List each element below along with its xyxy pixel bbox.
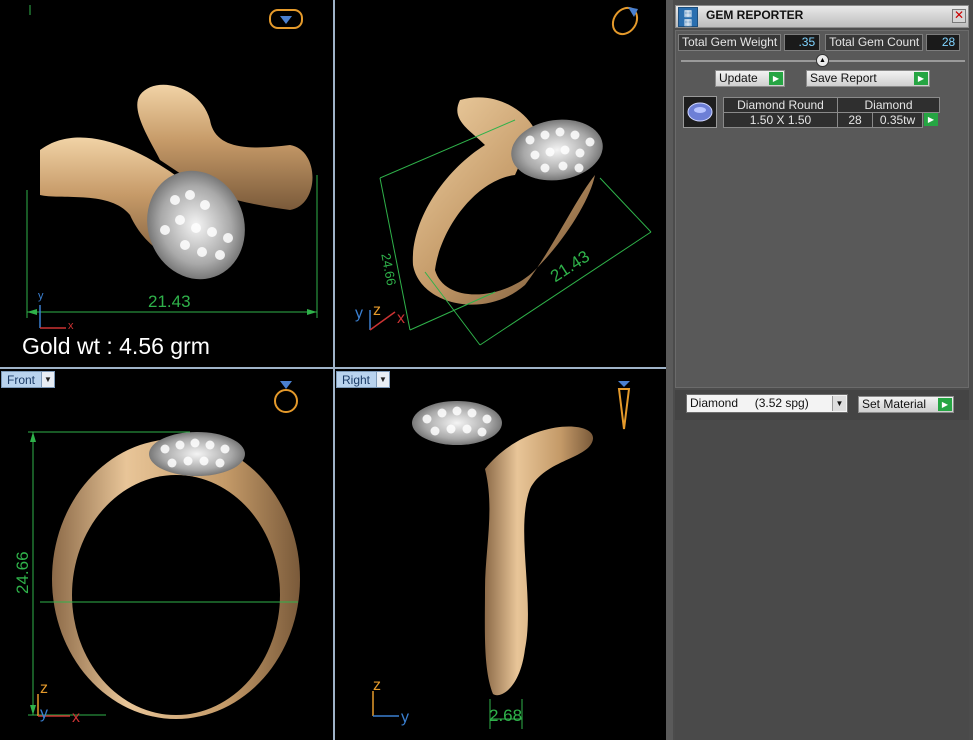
panel-empty-area bbox=[675, 420, 969, 740]
ring-render-front bbox=[28, 381, 300, 719]
dimension-height-label: 24.66 bbox=[13, 551, 32, 594]
ring-render-right bbox=[372, 381, 631, 729]
panel-slider-knob[interactable]: ▲ bbox=[816, 54, 829, 67]
ring-side-gizmo-icon bbox=[617, 381, 631, 430]
chevron-down-icon[interactable]: ▼ bbox=[832, 396, 846, 411]
totals-row: Total Gem Weight .35 Total Gem Count 28 bbox=[678, 34, 961, 51]
axis-x-label: x bbox=[68, 320, 74, 332]
gem-shape-header: Diamond Round bbox=[723, 97, 838, 113]
axis-y-label: y bbox=[40, 705, 48, 722]
viewport-right[interactable]: Right ▼ 2.68 z y bbox=[335, 369, 666, 740]
gold-weight-note: Gold wt : 4.56 grm bbox=[22, 333, 210, 359]
axis-z-label: z bbox=[40, 680, 48, 697]
gem-count-cell: 28 bbox=[837, 112, 873, 128]
gem-size-cell: 1.50 X 1.50 bbox=[723, 112, 838, 128]
dimension-width-label: 21.43 bbox=[148, 292, 191, 311]
gem-reporter-panel: ▦ ▦ GEM REPORTER ✕ Total Gem Weight .35 T… bbox=[673, 0, 973, 740]
total-count-value: 28 bbox=[926, 34, 961, 51]
material-select-value: Diamond (3.52 spg) bbox=[690, 396, 809, 410]
panel-title-bar[interactable]: ▦ ▦ GEM REPORTER ✕ bbox=[675, 5, 969, 28]
viewport-top[interactable]: 21.43 y x Gold wt : 4.56 grm bbox=[0, 0, 333, 367]
play-icon: ▶ bbox=[914, 72, 928, 85]
material-select[interactable]: Diamond (3.52 spg) ▼ bbox=[686, 394, 848, 413]
axis-y-label: y bbox=[38, 290, 44, 302]
total-weight-value: .35 bbox=[784, 34, 821, 51]
set-material-button[interactable]: Set Material ▶ bbox=[858, 396, 954, 413]
viewport-front[interactable]: Front ▼ 24.66 z y x bbox=[0, 369, 333, 740]
gem-material-header: Diamond bbox=[837, 97, 940, 113]
total-count-label: Total Gem Count bbox=[825, 34, 924, 51]
viewport-splitter-horizontal[interactable] bbox=[0, 367, 666, 369]
update-button-label: Update bbox=[719, 71, 758, 85]
ring-render-perspective bbox=[369, 6, 652, 346]
gem-weight-cell: 0.35tw bbox=[872, 112, 923, 128]
viewport-perspective[interactable]: 24.66 21.43 z y x bbox=[335, 0, 666, 367]
ring-front-gizmo-icon bbox=[274, 381, 298, 413]
ring-3d-gizmo-icon bbox=[611, 6, 639, 36]
axis-x-label: x bbox=[72, 709, 80, 726]
update-button[interactable]: Update ▶ bbox=[715, 70, 785, 87]
gem-row-go-icon[interactable]: ▶ bbox=[924, 113, 938, 126]
axis-y-label: y bbox=[401, 709, 409, 726]
ring-view-gizmo-icon bbox=[269, 9, 303, 29]
axis-z-label: z bbox=[373, 677, 381, 694]
save-report-button-label: Save Report bbox=[810, 71, 877, 85]
panel-title: GEM REPORTER bbox=[706, 8, 804, 22]
gem-reporter-icon: ▦ ▦ bbox=[678, 7, 698, 27]
diamond-round-icon bbox=[683, 96, 717, 128]
axis-y-label: y bbox=[355, 305, 363, 322]
save-report-button[interactable]: Save Report ▶ bbox=[806, 70, 930, 87]
play-icon: ▶ bbox=[769, 72, 783, 85]
panel-divider[interactable] bbox=[666, 0, 673, 740]
play-icon: ▶ bbox=[938, 398, 952, 411]
dimension-band-label: 2.68 bbox=[489, 706, 523, 725]
viewport-splitter-vertical[interactable] bbox=[333, 0, 335, 740]
axis-x-label: x bbox=[397, 310, 405, 327]
close-icon[interactable]: ✕ bbox=[952, 9, 966, 23]
total-weight-label: Total Gem Weight bbox=[678, 34, 782, 51]
axis-z-label: z bbox=[373, 302, 381, 319]
set-material-button-label: Set Material bbox=[862, 397, 927, 411]
